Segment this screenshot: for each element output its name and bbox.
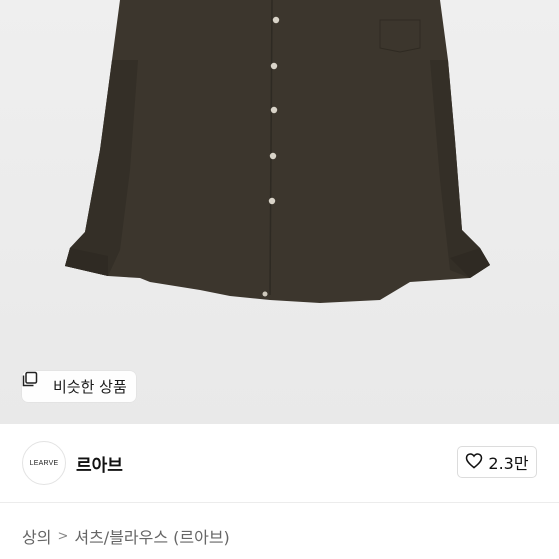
similar-products-button[interactable]: 비슷한 상품 <box>22 371 136 402</box>
like-button[interactable]: 2.3만 <box>457 446 537 478</box>
shirt-button <box>268 197 276 205</box>
breadcrumb-level2[interactable]: 셔츠/블라우스 (르아브) <box>74 524 229 548</box>
like-count: 2.3만 <box>488 454 529 473</box>
heart-icon <box>465 452 483 473</box>
shop-logo[interactable]: LEARVE <box>22 441 66 485</box>
breadcrumb: 상의 > 셔츠/블라우스 (르아브) <box>22 524 230 548</box>
shop-logo-text: LEARVE <box>29 459 59 467</box>
shirt-button <box>262 291 268 297</box>
shirt-button <box>272 16 280 24</box>
shirt-image <box>65 0 490 303</box>
shirt-button <box>270 62 278 70</box>
shirt-button <box>269 152 277 160</box>
similar-products-label: 비슷한 상품 <box>53 378 127 396</box>
product-image[interactable]: 비슷한 상품 <box>0 0 559 424</box>
chevron-right-icon: > <box>57 528 69 544</box>
shop-name[interactable]: 르아브 <box>76 451 123 476</box>
similar-stack-icon <box>22 371 47 395</box>
breadcrumb-level1[interactable]: 상의 <box>22 524 51 548</box>
shirt-button <box>270 106 278 114</box>
